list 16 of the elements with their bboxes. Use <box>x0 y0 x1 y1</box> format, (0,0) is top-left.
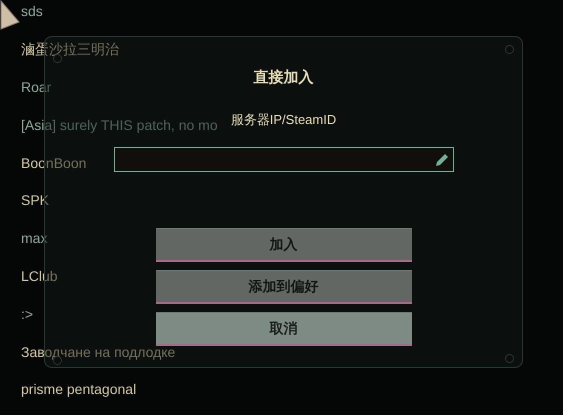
input-field[interactable] <box>114 147 454 172</box>
server-name[interactable]: sds <box>21 1 43 22</box>
server-name[interactable]: prisme pentagonal <box>21 379 136 400</box>
screw-icon <box>53 54 62 63</box>
field-label: 服务器IP/SteamID <box>230 110 336 128</box>
dialog-title: 直接加入 <box>254 68 314 88</box>
server-name[interactable]: max <box>21 228 48 250</box>
server-name[interactable]: BoonBoon <box>21 152 86 174</box>
screw-icon <box>505 45 514 54</box>
server-name[interactable]: :> <box>21 304 34 325</box>
cursor-icon <box>0 0 20 30</box>
screw-icon <box>505 354 514 363</box>
server-name[interactable]: LClub <box>21 266 58 287</box>
dialog-button[interactable]: 取消 <box>156 312 412 346</box>
server-name[interactable]: SPK <box>21 190 50 212</box>
pencil-icon <box>434 152 450 168</box>
